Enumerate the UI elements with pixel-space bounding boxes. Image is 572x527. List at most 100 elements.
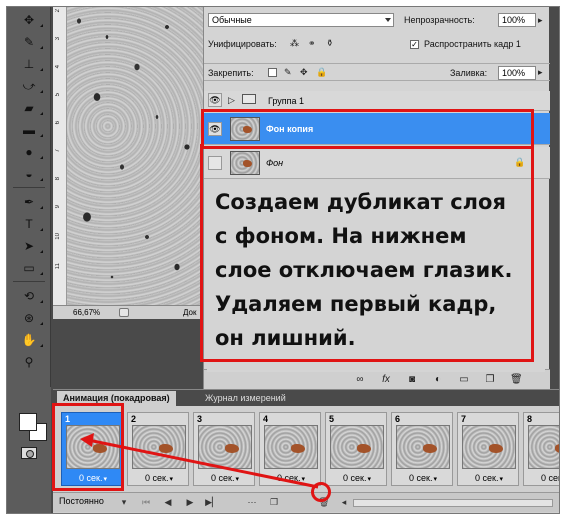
- lock-all-icon[interactable]: 🔒: [316, 67, 327, 78]
- frame-number: 7: [461, 414, 467, 424]
- note-line: слое отключаем глазик.: [215, 258, 513, 282]
- zoom-level[interactable]: 66,67%: [73, 306, 100, 319]
- frame-delay[interactable]: 0 сек.: [326, 473, 388, 483]
- unify-visibility-icon[interactable]: ⚭: [308, 38, 316, 49]
- animation-frame[interactable]: 3 0 сек.: [193, 412, 255, 486]
- note-line: Удаляем первый кадр,: [215, 292, 497, 316]
- 3d-orbit-icon[interactable]: ⊛: [21, 311, 43, 325]
- propagate-frame-checkbox[interactable]: ✓: [410, 40, 419, 49]
- animation-frame[interactable]: 8 0 сек.: [523, 412, 559, 486]
- animation-frame[interactable]: 1 0 сек.: [61, 412, 123, 486]
- tools-panel: ✥ ✎ ⊥ ⤻ ▰ ▬ ● ◒ ✒ T ➤ ▭ ⟲ ⊛ ✋ ⚲: [7, 7, 51, 387]
- next-frame-icon[interactable]: ▶▏: [205, 496, 219, 509]
- 3d-rotate-icon[interactable]: ⟲: [21, 289, 43, 303]
- animation-frame[interactable]: 4 0 сек.: [259, 412, 321, 486]
- animation-frame[interactable]: 2 0 сек.: [127, 412, 189, 486]
- add-mask-icon[interactable]: ◙: [406, 374, 418, 386]
- loop-select[interactable]: Постоянно: [59, 496, 104, 506]
- dodge-tool-icon[interactable]: ◒: [21, 167, 43, 181]
- new-group-icon[interactable]: ▭: [458, 374, 470, 386]
- tab-animation[interactable]: Анимация (покадровая): [57, 391, 176, 406]
- opacity-field[interactable]: 100%: [498, 13, 536, 27]
- layer-name: Фон копия: [266, 124, 314, 134]
- eye-icon[interactable]: 👁: [208, 93, 222, 107]
- tool-divider: [13, 187, 45, 188]
- lock-position-icon[interactable]: ✥: [300, 67, 308, 78]
- fill-arrow-icon[interactable]: ▸: [538, 67, 543, 78]
- animation-controls: Постоянно ▾ ⏮ ◀ ▶ ▶▏ ⋯ ❐ 🗑 ◂: [53, 492, 559, 512]
- gradient-tool-icon[interactable]: ▬: [21, 123, 43, 137]
- fill-field[interactable]: 100%: [498, 66, 536, 80]
- frame-delay[interactable]: 0 сек.: [392, 473, 454, 483]
- frame-number: 4: [263, 414, 269, 424]
- status-label: Док: [183, 308, 197, 317]
- shape-tool-icon[interactable]: ▭: [21, 261, 43, 275]
- layer-style-icon[interactable]: fx: [380, 374, 392, 386]
- layer-row-selected[interactable]: 👁 Фон копия: [204, 113, 550, 145]
- opacity-label: Непрозрачность:: [404, 15, 475, 25]
- quick-mask-icon[interactable]: [21, 447, 37, 459]
- opacity-arrow-icon[interactable]: ▸: [538, 15, 543, 26]
- photoshop-window: ✥ ✎ ⊥ ⤻ ▰ ▬ ● ◒ ✒ T ➤ ▭ ⟲ ⊛ ✋ ⚲ 2 3 4 5 …: [6, 6, 560, 514]
- move-tool-icon[interactable]: ✥: [21, 13, 43, 27]
- animation-frame[interactable]: 6 0 сек.: [391, 412, 453, 486]
- type-tool-icon[interactable]: T: [21, 217, 43, 231]
- eye-icon[interactable]: 👁: [208, 122, 222, 136]
- adjustment-layer-icon[interactable]: ◐: [432, 374, 444, 386]
- expand-triangle-icon[interactable]: ▷: [228, 95, 235, 106]
- eraser-tool-icon[interactable]: ▰: [21, 101, 43, 115]
- layer-name: Группа 1: [268, 96, 305, 106]
- status-info-icon[interactable]: [119, 308, 129, 317]
- opacity-value: 100%: [502, 15, 526, 25]
- layers-footer: ∞ fx ◙ ◐ ▭ ❐ 🗑: [204, 369, 550, 389]
- frames-scrollbar[interactable]: [353, 499, 553, 507]
- tween-icon[interactable]: ⋯: [245, 496, 259, 509]
- frame-delay[interactable]: 0 сек.: [194, 473, 256, 483]
- frame-number: 8: [527, 414, 533, 424]
- hand-tool-icon[interactable]: ✋: [21, 333, 43, 347]
- frame-thumbnail: [264, 425, 318, 469]
- play-icon[interactable]: ▶: [183, 496, 197, 509]
- prev-frame-icon[interactable]: ◀: [161, 496, 175, 509]
- frame-number: 6: [395, 414, 401, 424]
- frame-delay[interactable]: 0 сек.: [62, 473, 124, 483]
- zoom-tool-icon[interactable]: ⚲: [21, 355, 37, 369]
- pen-tool-icon[interactable]: ✒: [21, 195, 43, 209]
- delete-frame-icon[interactable]: 🗑: [317, 496, 331, 509]
- stamp-tool-icon[interactable]: ⊥: [21, 57, 43, 71]
- animation-frame[interactable]: 7 0 сек.: [457, 412, 519, 486]
- frame-delay[interactable]: 0 сек.: [128, 473, 190, 483]
- document-canvas[interactable]: [67, 7, 203, 305]
- frame-delay[interactable]: 0 сек.: [260, 473, 322, 483]
- first-frame-icon[interactable]: ⏮: [139, 496, 153, 509]
- loop-dropdown-icon[interactable]: ▾: [117, 496, 131, 509]
- blur-tool-icon[interactable]: ●: [21, 145, 43, 159]
- delete-layer-icon[interactable]: 🗑: [510, 374, 523, 386]
- history-brush-icon[interactable]: ⤻: [21, 79, 43, 93]
- tab-measurement-log[interactable]: Журнал измерений: [199, 391, 292, 406]
- foreground-color-swatch[interactable]: [19, 413, 37, 431]
- instruction-note: Создаем дубликат слоя с фоном. На нижнем…: [207, 182, 545, 372]
- lock-pixels-icon[interactable]: ✎: [284, 67, 292, 78]
- duplicate-frame-icon[interactable]: ❐: [267, 496, 281, 509]
- path-select-icon[interactable]: ➤: [21, 239, 43, 253]
- frame-delay[interactable]: 0 сек.: [524, 473, 559, 483]
- propagate-frame-label: Распространить кадр 1: [424, 39, 521, 49]
- layer-row-group[interactable]: 👁 ▷ Группа 1: [204, 91, 550, 111]
- scroll-left-icon[interactable]: ◂: [337, 496, 351, 509]
- unify-style-icon[interactable]: ⚱: [326, 38, 334, 49]
- lock-transparent-icon[interactable]: [268, 68, 277, 77]
- new-layer-icon[interactable]: ❐: [484, 374, 496, 386]
- layer-row-background[interactable]: Фон 🔒: [204, 147, 550, 179]
- animation-frame[interactable]: 5 0 сек.: [325, 412, 387, 486]
- document-status-bar: 66,67% Док: [53, 305, 203, 319]
- frame-delay[interactable]: 0 сек.: [458, 473, 520, 483]
- visibility-toggle-off[interactable]: [208, 156, 222, 170]
- lock-icon: 🔒: [514, 157, 526, 167]
- vertical-ruler: 2 3 4 5 6 7 8 9 10 11: [53, 7, 67, 305]
- link-layers-icon[interactable]: ∞: [354, 374, 366, 386]
- blend-mode-select[interactable]: Обычные: [208, 13, 394, 27]
- tool-divider: [13, 281, 45, 282]
- brush-tool-icon[interactable]: ✎: [21, 35, 43, 49]
- unify-position-icon[interactable]: ⁂: [290, 38, 299, 49]
